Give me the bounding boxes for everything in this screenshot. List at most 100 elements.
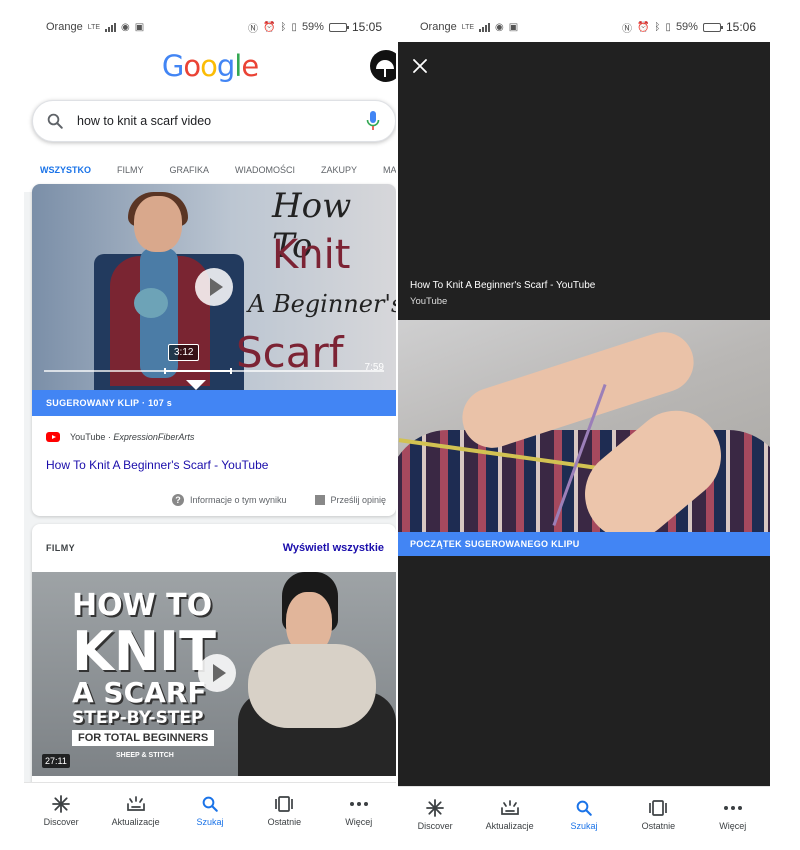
- video-thumbnail[interactable]: HOW TO KNIT A SCARF STEP-BY-STEP FOR TOT…: [32, 572, 396, 776]
- thumbnail-title-line: KNIT: [72, 620, 216, 683]
- clip-start-marker: 3:12: [168, 344, 200, 361]
- eye-comfort-icon: ◉: [495, 21, 504, 33]
- phone-screen-video-player: Orange LTE ◉ ▣ Ⓝ ⏰ ᛒ ▯ 59% 15:06 How To …: [398, 12, 770, 838]
- status-bar: Orange LTE ◉ ▣ Ⓝ ⏰ ᛒ ▯ 59% 15:05: [24, 12, 396, 42]
- result-title-link[interactable]: How To Knit A Beginner's Scarf - YouTube: [46, 458, 268, 472]
- battery-icon: [328, 22, 349, 32]
- clip-start-bar: POCZĄTEK SUGEROWANEGO KLIPU: [398, 532, 770, 556]
- video-duration: 7:59: [364, 362, 384, 373]
- thumbnail-yarn: [134, 288, 168, 318]
- nav-label: Aktualizacje: [485, 820, 534, 831]
- result-source: YouTube · ExpressionFiberArts: [46, 432, 194, 442]
- recent-icon: [274, 795, 294, 813]
- nav-search[interactable]: Szukaj: [549, 799, 619, 831]
- play-icon[interactable]: [195, 268, 233, 306]
- thumbnail-title-line: STEP-BY-STEP: [72, 708, 204, 728]
- videos-card: FILMY Wyświetl wszystkie HOW TO KNIT A S…: [32, 524, 396, 814]
- source-line: YouTube · ExpressionFiberArts: [70, 432, 195, 442]
- signal-icon: [105, 22, 117, 32]
- bottom-navigation: Discover Aktualizacje Szukaj Ostatnie Wi…: [24, 782, 396, 838]
- video-source: YouTube: [410, 296, 448, 307]
- send-feedback-link[interactable]: Prześlij opinię: [331, 495, 387, 505]
- vibrate-icon: ▯: [291, 21, 297, 33]
- see-all-link[interactable]: Wyświetl wszystkie: [283, 542, 384, 554]
- thumbnail-title-line: HOW TO: [72, 588, 213, 623]
- discover-icon: [426, 798, 445, 817]
- nav-label: Discover: [43, 816, 79, 827]
- carrier-info: Orange LTE ◉ ▣: [420, 21, 518, 33]
- search-input[interactable]: how to knit a scarf video: [32, 100, 396, 142]
- nav-updates[interactable]: Aktualizacje: [475, 799, 545, 831]
- bluetooth-icon: ᛒ: [654, 21, 661, 33]
- search-header: Google how to knit a scarf video WSZYSTK…: [24, 42, 396, 192]
- clip-pointer-icon: [186, 380, 206, 390]
- alarm-icon: ⏰: [262, 21, 276, 33]
- vibrate-icon: ▯: [665, 21, 671, 33]
- nav-updates[interactable]: Aktualizacje: [101, 795, 171, 827]
- bottom-navigation: Discover Aktualizacje Szukaj Ostatnie Wi…: [398, 786, 770, 838]
- thumbnail-title-line: A SCARF: [72, 676, 207, 709]
- thumbnail-brand: SHEEP & STITCH: [116, 752, 174, 759]
- thumbnail-scarf: [248, 644, 376, 728]
- signal-icon: [479, 22, 491, 32]
- nav-discover[interactable]: Discover: [400, 798, 470, 831]
- close-icon[interactable]: [406, 52, 434, 80]
- battery-percent: 59%: [675, 21, 698, 33]
- recent-icon: [648, 799, 668, 817]
- nav-discover[interactable]: Discover: [26, 794, 96, 827]
- status-right: Ⓝ ⏰ ᛒ ▯ 59% 15:06: [622, 20, 756, 35]
- nfc-icon: Ⓝ: [247, 23, 258, 35]
- video-title: How To Knit A Beginner's Scarf - YouTube: [410, 280, 596, 291]
- nav-recent[interactable]: Ostatnie: [249, 795, 319, 827]
- thumbnail-head: [134, 196, 182, 252]
- suggested-clip-bar[interactable]: SUGEROWANY KLIP · 107 s: [32, 390, 396, 416]
- clip-segment: [164, 368, 232, 374]
- updates-icon: [126, 795, 146, 813]
- nav-label: Discover: [417, 820, 453, 831]
- updates-icon: [500, 799, 520, 817]
- search-icon: [575, 799, 593, 817]
- play-icon[interactable]: [198, 654, 236, 692]
- nav-label: Więcej: [345, 816, 373, 827]
- nav-label: Szukaj: [570, 820, 598, 831]
- search-query[interactable]: how to knit a scarf video: [77, 114, 351, 128]
- thumbnail-title: How To Knit A Beginner's Scarf: [220, 184, 396, 390]
- notification-icon: ▣: [508, 21, 519, 33]
- nav-label: Więcej: [719, 820, 747, 831]
- bluetooth-icon: ᛒ: [280, 21, 287, 33]
- video-player[interactable]: [398, 320, 770, 532]
- videos-card-header: FILMY Wyświetl wszystkie: [32, 524, 396, 572]
- nav-more[interactable]: Więcej: [698, 799, 768, 831]
- thumbnail-title-line: Knit: [272, 232, 351, 278]
- carrier-info: Orange LTE ◉ ▣: [46, 21, 144, 33]
- alarm-icon: ⏰: [636, 21, 650, 33]
- nav-more[interactable]: Więcej: [324, 795, 394, 827]
- feedback-icon: [314, 495, 325, 505]
- avatar[interactable]: [370, 50, 396, 82]
- about-result-link[interactable]: Informacje o tym wyniku: [190, 495, 287, 505]
- carrier-name: Orange: [46, 21, 83, 33]
- more-icon: [723, 799, 743, 817]
- nav-label: Ostatnie: [267, 816, 302, 827]
- mic-icon[interactable]: [351, 111, 395, 131]
- discover-icon: [52, 794, 71, 813]
- search-icon[interactable]: [33, 112, 77, 130]
- source-name: YouTube: [70, 432, 106, 442]
- source-author: ExpressionFiberArts: [113, 432, 195, 442]
- network-type: LTE: [461, 23, 475, 31]
- search-icon: [201, 795, 219, 813]
- youtube-icon: [46, 432, 60, 442]
- thumbnail-title-line: A Beginner's: [248, 290, 396, 318]
- network-type: LTE: [87, 23, 101, 31]
- eye-comfort-icon: ◉: [121, 21, 130, 33]
- status-bar: Orange LTE ◉ ▣ Ⓝ ⏰ ᛒ ▯ 59% 15:06: [398, 12, 770, 42]
- nav-label: Aktualizacje: [111, 816, 160, 827]
- nav-recent[interactable]: Ostatnie: [623, 799, 693, 831]
- nav-search[interactable]: Szukaj: [175, 795, 245, 827]
- nav-label: Ostatnie: [641, 820, 676, 831]
- featured-video-thumbnail[interactable]: How To Knit A Beginner's Scarf 3:12 7:59: [32, 184, 396, 390]
- result-feedback-row: ? Informacje o tym wyniku Prześlij opini…: [172, 494, 386, 506]
- google-logo[interactable]: Google: [24, 49, 396, 83]
- battery-percent: 59%: [301, 21, 324, 33]
- video-duration: 27:11: [42, 754, 70, 768]
